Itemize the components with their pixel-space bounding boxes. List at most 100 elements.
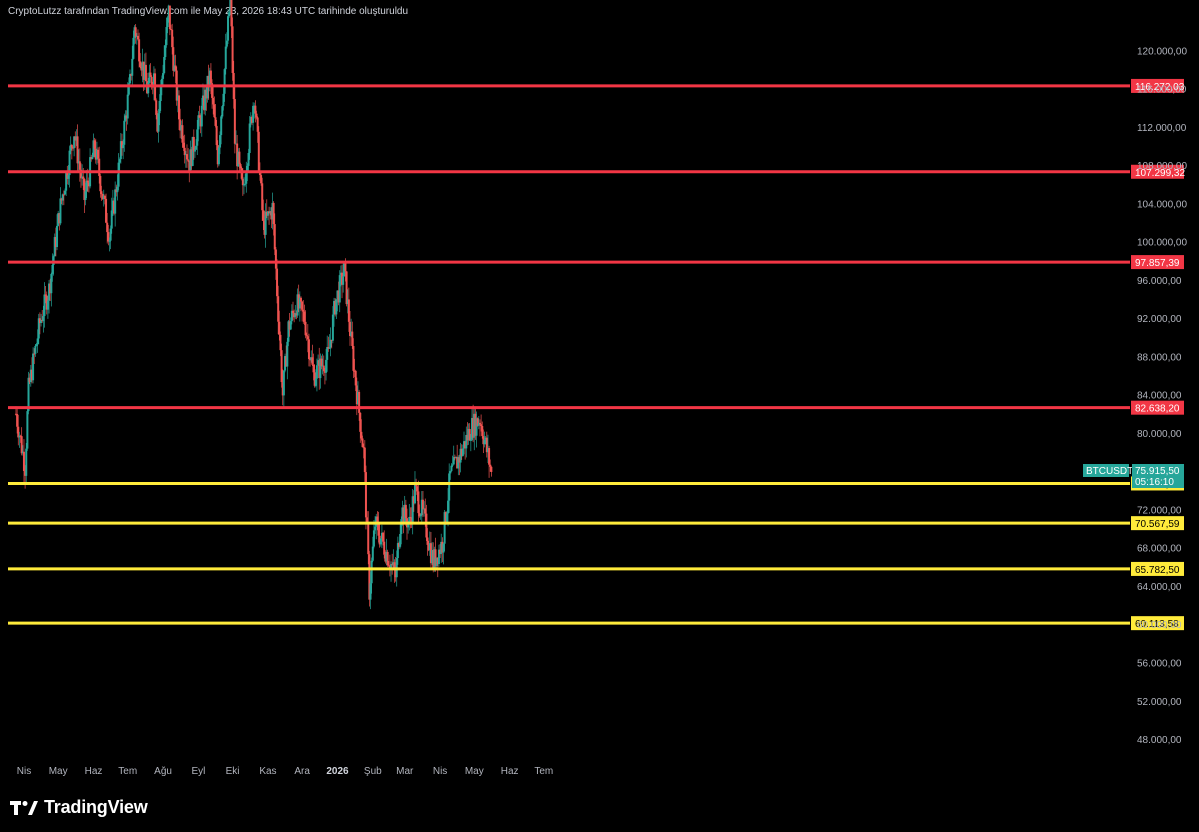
candle [157, 109, 160, 143]
y-tick-label: 88.000,00 [1137, 352, 1182, 363]
candle [490, 465, 493, 477]
brand-name: TradingView [44, 797, 148, 817]
candle [231, 17, 234, 81]
candle [109, 225, 112, 250]
x-tick-label: Nis [433, 766, 447, 777]
candle [442, 542, 445, 565]
candle [149, 63, 152, 78]
y-tick-label: 112.000,00 [1137, 123, 1187, 134]
last-price-badge: 75.915,50 05:16:10 [1132, 464, 1184, 488]
candle [465, 426, 468, 458]
candle [254, 100, 257, 123]
y-tick-label: 120.000,00 [1137, 46, 1187, 57]
level-label: 65.782,50 [1135, 565, 1180, 576]
x-tick-label: Haz [85, 766, 103, 777]
candle [282, 370, 285, 407]
candle [68, 146, 71, 188]
candle [468, 423, 471, 441]
candle [198, 105, 201, 118]
y-tick-label: 84.000,00 [1137, 391, 1182, 402]
level-label: 82.638,20 [1135, 404, 1180, 415]
y-tick-label: 64.000,00 [1137, 582, 1182, 593]
x-tick-label: Haz [501, 766, 519, 777]
tradingview-brand[interactable]: TradingView [10, 797, 148, 818]
candle [144, 52, 147, 82]
level-resistance[interactable]: 82.638,20 [8, 400, 1184, 415]
candle [32, 347, 35, 384]
candle [338, 270, 341, 313]
x-tick-label: Ara [294, 766, 310, 777]
candle [311, 344, 314, 366]
x-tick-label: Eyl [191, 766, 205, 777]
x-tick-label: 2026 [326, 766, 349, 777]
candle [459, 442, 462, 473]
x-tick-label: May [465, 766, 484, 777]
y-tick-label: 96.000,00 [1137, 276, 1182, 287]
candle [185, 144, 188, 168]
candle [437, 544, 440, 567]
candle [280, 343, 283, 388]
candle [481, 421, 484, 439]
tradingview-logo-icon [10, 800, 38, 815]
candle [217, 145, 220, 167]
candle [413, 471, 416, 505]
y-tick-label: 100.000,00 [1137, 238, 1187, 249]
level-support[interactable]: 70.567,59 [8, 516, 1184, 531]
candle [322, 355, 325, 376]
symbol-label: BTCUSDT [1086, 466, 1133, 477]
level-resistance[interactable]: 97.857,39 [8, 255, 1184, 270]
candle [76, 124, 79, 173]
y-tick-label: 80.000,00 [1137, 429, 1182, 440]
candle [485, 431, 488, 458]
level-support[interactable]: 65.782,50 [8, 561, 1184, 576]
y-tick-label: 60.000,00 [1137, 620, 1182, 631]
y-tick-label: 52.000,00 [1137, 697, 1182, 708]
y-tick-label: 104.000,00 [1137, 199, 1187, 210]
candle [286, 337, 289, 380]
candle [134, 24, 137, 44]
candle [70, 143, 73, 160]
candle [119, 132, 122, 164]
x-tick-label: Şub [364, 766, 382, 777]
level-resistance[interactable]: 116.272,03 [8, 78, 1185, 93]
price-axis[interactable]: 48.000,00 52.000,00 56.000,00 60.000,00 64.0… [1137, 46, 1187, 746]
y-tick-label: 116.000,00 [1137, 85, 1187, 96]
candle [329, 327, 332, 357]
candle [114, 181, 117, 227]
level-label: 70.567,59 [1135, 519, 1180, 530]
x-tick-label: Mar [396, 766, 414, 777]
candlestick-chart[interactable]: 116.272,03 107.299,32 97.857,39 82.638,20 74… [0, 0, 1199, 832]
candle [411, 488, 414, 535]
candle [264, 203, 267, 248]
level-support[interactable]: 74.716,26 [8, 476, 1184, 491]
y-tick-label: 108.000,00 [1137, 161, 1187, 172]
bar-countdown-label: 05:16:10 [1135, 477, 1174, 488]
y-tick-label: 48.000,00 [1137, 735, 1182, 746]
candle [89, 148, 92, 189]
candle [224, 33, 227, 75]
candle [204, 85, 207, 116]
candle [478, 419, 481, 437]
x-tick-label: Kas [259, 766, 276, 777]
candle [168, 5, 171, 36]
candle [25, 443, 28, 484]
candle [99, 173, 102, 198]
candle [452, 445, 455, 465]
candle [136, 29, 139, 41]
last-price-label: 75.915,50 [1135, 466, 1180, 477]
x-tick-label: Nis [17, 766, 31, 777]
x-tick-label: Eki [226, 766, 240, 777]
candle [34, 344, 37, 357]
candle [59, 187, 62, 226]
level-support[interactable]: 60.113,58 [8, 616, 1184, 631]
candle [50, 272, 53, 307]
symbol-badge: BTCUSDT [1083, 464, 1133, 477]
candle [386, 549, 389, 567]
candle [379, 538, 382, 547]
x-tick-label: May [49, 766, 68, 777]
candle [238, 147, 241, 173]
time-axis[interactable]: Nis May Haz Tem Ağu Eyl Eki Kas Ara 2026 Şub Mar Nis… [17, 766, 554, 777]
x-tick-label: Tem [118, 766, 137, 777]
y-tick-label: 92.000,00 [1137, 314, 1182, 325]
level-resistance[interactable]: 107.299,32 [8, 164, 1185, 179]
